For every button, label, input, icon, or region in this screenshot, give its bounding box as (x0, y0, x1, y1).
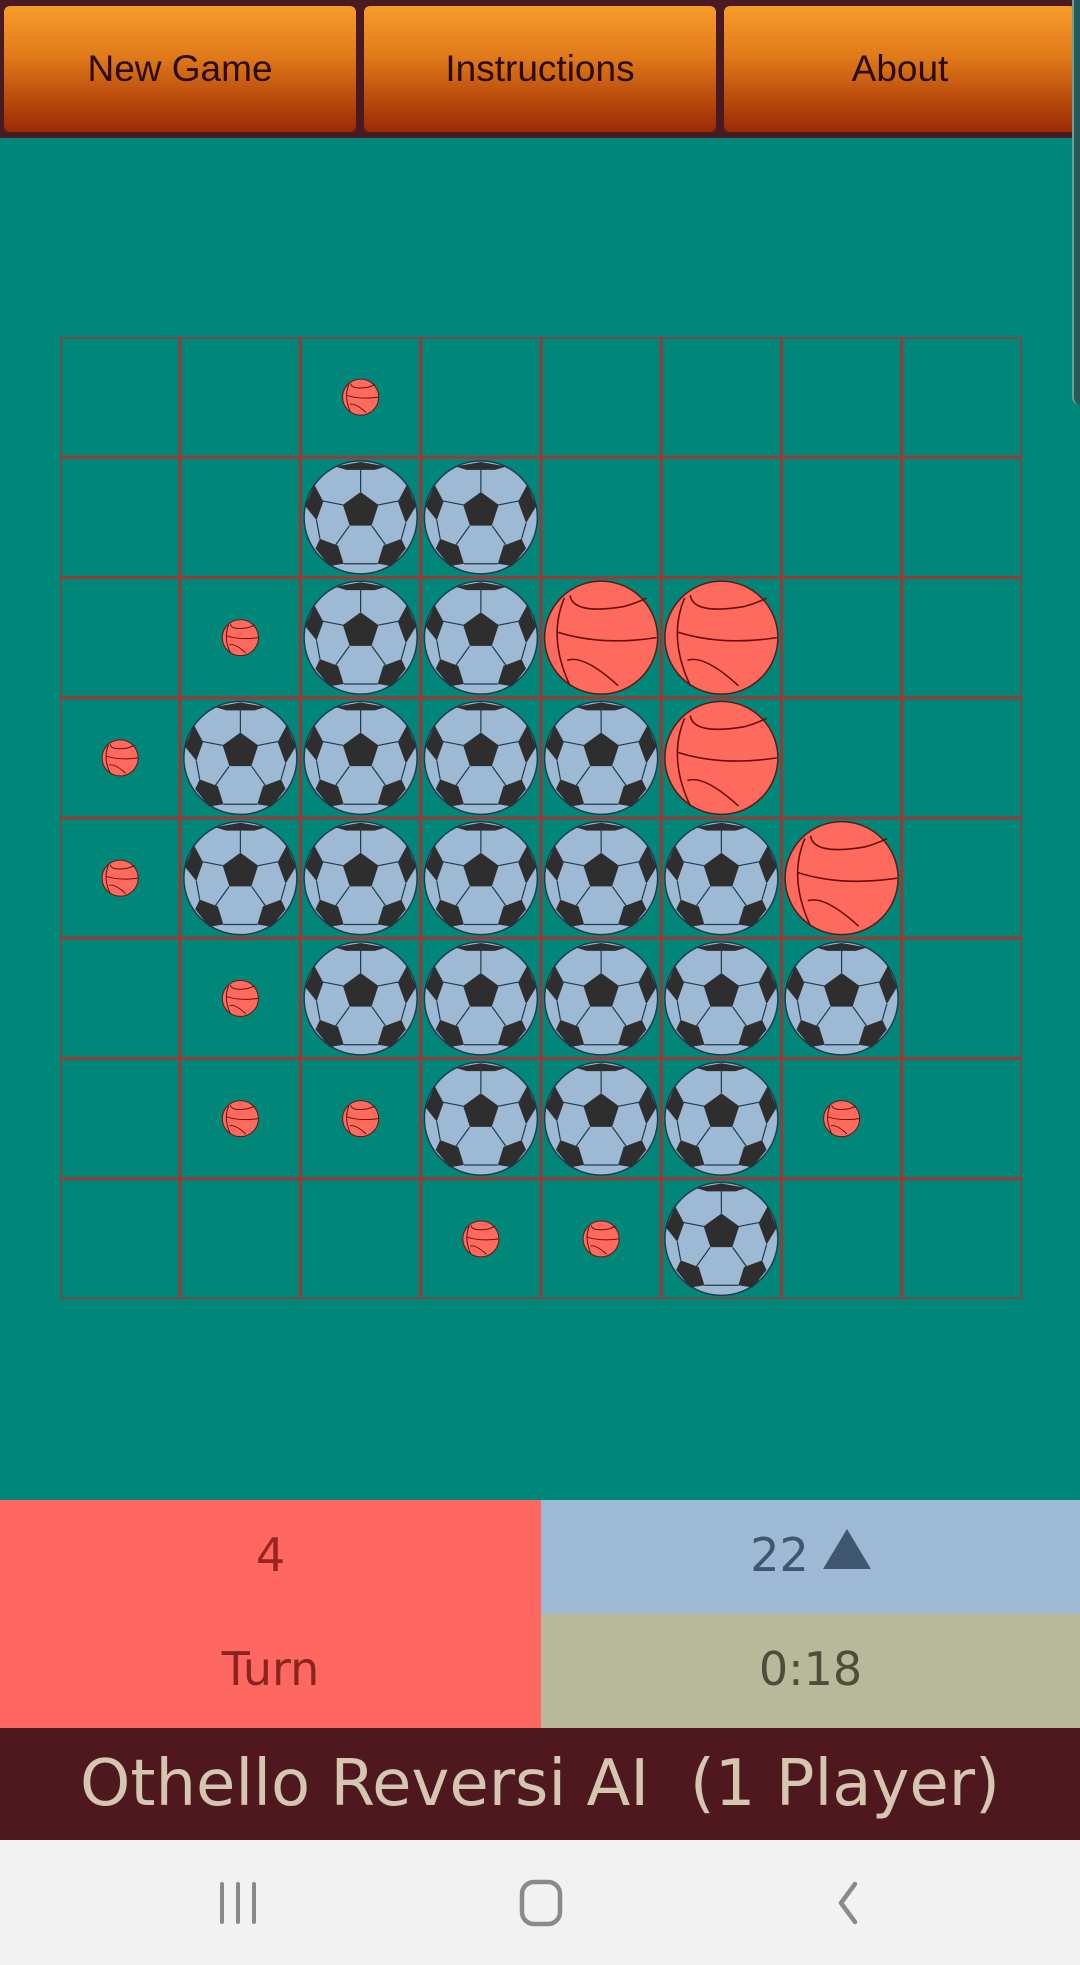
soccer-ball-piece (423, 941, 539, 1056)
soccer-ball-piece (183, 820, 298, 936)
soccer-ball-piece (183, 700, 298, 816)
soccer-count: 22 (750, 1528, 809, 1582)
move-hint[interactable] (582, 1220, 620, 1258)
board-cell[interactable] (900, 455, 1022, 579)
board-cell[interactable] (539, 455, 663, 579)
basketball-piece (543, 580, 659, 695)
soccer-ball-piece (303, 820, 418, 936)
board-cell[interactable] (60, 455, 182, 579)
board-cell[interactable] (60, 576, 182, 700)
edge-scroll-indicator (1072, 0, 1080, 405)
basketball-piece (664, 700, 779, 816)
basketball-piece (784, 820, 899, 936)
board-cell[interactable] (780, 1177, 904, 1299)
soccer-ball-piece (303, 941, 418, 1056)
move-hint[interactable] (221, 979, 259, 1017)
timer: 0:18 (758, 1642, 863, 1696)
new-game-button[interactable]: New Game (4, 6, 356, 132)
move-hint[interactable] (462, 1220, 500, 1258)
soccer-ball-piece (303, 700, 418, 816)
basketball-count: 4 (255, 1528, 286, 1582)
board-cell[interactable] (178, 337, 302, 459)
basketball-score-panel: 4 Turn (0, 1500, 541, 1728)
board-cell[interactable] (419, 337, 543, 459)
back-icon[interactable] (815, 1878, 875, 1928)
board-cell[interactable] (60, 1177, 182, 1299)
move-hint[interactable] (221, 619, 259, 657)
soccer-ball-piece (423, 700, 539, 816)
board-cell[interactable] (780, 337, 904, 459)
soccer-ball-piece (664, 1181, 779, 1297)
system-nav-bar (0, 1840, 1080, 1965)
triangle-up-icon (822, 1529, 871, 1569)
board-cell[interactable] (900, 696, 1022, 820)
soccer-ball-piece (303, 460, 418, 575)
soccer-ball-piece (784, 941, 899, 1056)
game-board[interactable] (60, 337, 1022, 1299)
board-cell[interactable] (60, 337, 182, 459)
board-cell[interactable] (780, 696, 904, 820)
move-hint[interactable] (342, 378, 380, 416)
board-cell[interactable] (659, 337, 783, 459)
board-cell[interactable] (299, 1177, 423, 1299)
board-cell[interactable] (900, 816, 1022, 940)
board-cell[interactable] (659, 455, 783, 579)
soccer-ball-piece (303, 580, 418, 695)
home-icon[interactable] (510, 1878, 570, 1928)
basketball-piece (664, 580, 779, 695)
board-cell[interactable] (60, 936, 182, 1060)
soccer-ball-piece (664, 1061, 779, 1176)
board-cell[interactable] (900, 1057, 1022, 1181)
soccer-ball-piece (543, 700, 659, 816)
turn-indicator: Turn (221, 1642, 320, 1696)
soccer-score-panel: 22 (541, 1500, 1080, 1614)
soccer-ball-piece (423, 820, 539, 936)
app-root: New Game Instructions About 4 Turn 22 0:… (0, 0, 1080, 1965)
board-cell[interactable] (539, 337, 663, 459)
soccer-ball-piece (664, 941, 779, 1056)
instructions-button[interactable]: Instructions (364, 6, 716, 132)
move-hint[interactable] (101, 859, 139, 897)
board-cell[interactable] (178, 1177, 302, 1299)
board-cell[interactable] (900, 337, 1022, 459)
soccer-ball-piece (543, 941, 659, 1056)
soccer-ball-piece (664, 820, 779, 936)
move-hint[interactable] (342, 1100, 380, 1138)
move-hint[interactable] (101, 739, 139, 777)
about-button[interactable]: About (724, 6, 1076, 132)
board-cell[interactable] (178, 455, 302, 579)
soccer-ball-piece (423, 460, 539, 575)
board-cell[interactable] (60, 1057, 182, 1181)
soccer-ball-piece (543, 820, 659, 936)
soccer-ball-piece (423, 580, 539, 695)
toolbar: New Game Instructions About (0, 0, 1080, 138)
board-cell[interactable] (900, 576, 1022, 700)
move-hint[interactable] (823, 1100, 861, 1138)
board-cell[interactable] (780, 455, 904, 579)
soccer-ball-piece (423, 1061, 539, 1176)
soccer-ball-piece (543, 1061, 659, 1176)
board-cell[interactable] (780, 576, 904, 700)
board-cell[interactable] (900, 1177, 1022, 1299)
recent-apps-icon[interactable] (208, 1878, 268, 1928)
soccer-count-row: 22 (541, 1528, 1080, 1582)
app-title: Othello Reversi AI (1 Player) (0, 1728, 1080, 1840)
board-cell[interactable] (900, 936, 1022, 1060)
timer-panel: 0:18 (541, 1614, 1080, 1728)
move-hint[interactable] (221, 1100, 259, 1138)
